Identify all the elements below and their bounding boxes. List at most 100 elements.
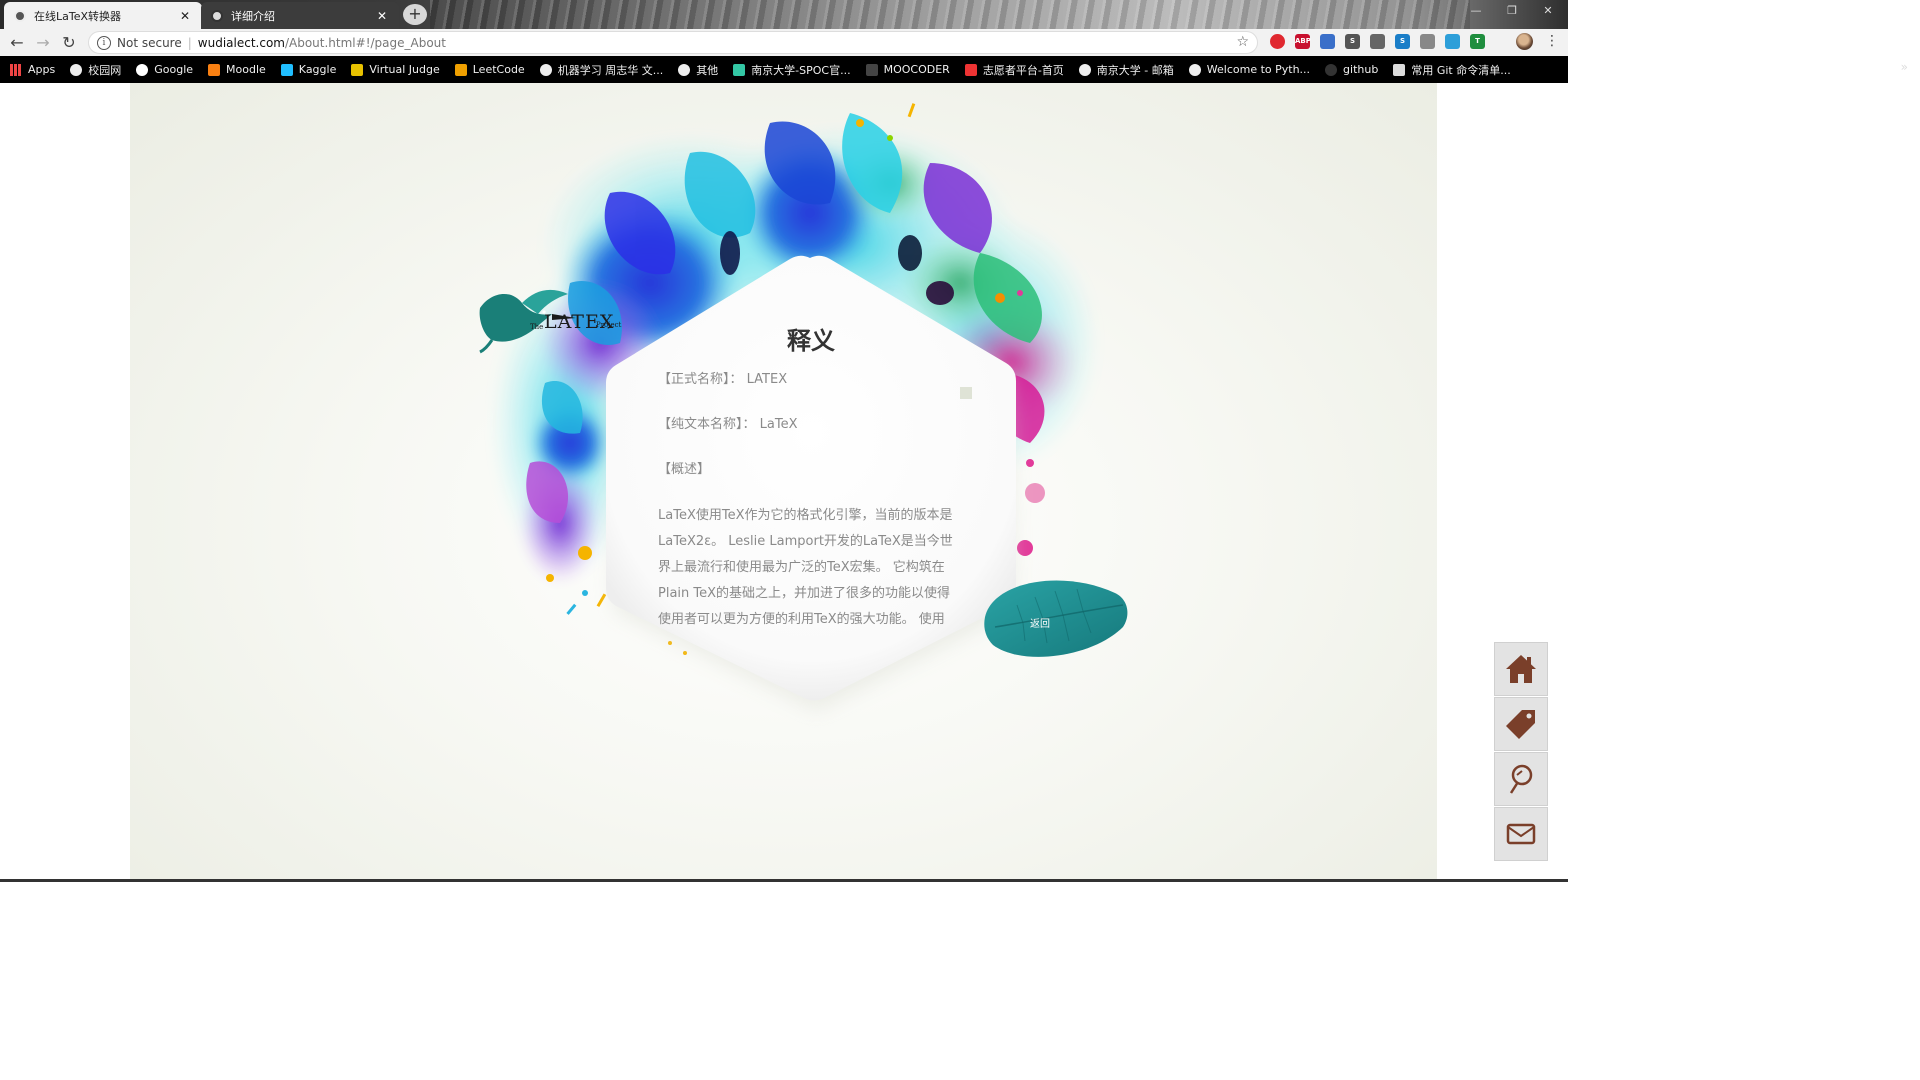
close-icon[interactable]: ✕ bbox=[178, 9, 192, 23]
doc-icon bbox=[1393, 63, 1406, 76]
overview-text: LaTeX使用TeX作为它的格式化引擎，当前的版本是LaTeX2ε。 Lesli… bbox=[658, 508, 953, 627]
tab-strip: 在线LaTeX转换器 ✕ 详细介绍 ✕ + — ❐ ✕ bbox=[0, 0, 1568, 29]
mail-icon bbox=[1506, 823, 1536, 845]
bookmark-item[interactable]: Apps bbox=[10, 63, 55, 76]
address-bar[interactable]: i Not secure | wudialect.com/About.html#… bbox=[88, 31, 1258, 54]
page-content: The LATEX Project 释义 【正式名称】： LATEX 【纯文本名… bbox=[0, 83, 1568, 882]
globe-icon bbox=[211, 9, 223, 22]
tag-icon bbox=[1506, 710, 1535, 739]
info-icon[interactable]: i bbox=[97, 35, 111, 50]
browser-toolbar: ← → ↻ i Not secure | wudialect.com/About… bbox=[0, 29, 1568, 56]
bookmark-label: 常用 Git 命令清单... bbox=[1411, 63, 1511, 77]
tab-title: 在线LaTeX转换器 bbox=[34, 9, 122, 23]
bookmark-label: 其他 bbox=[696, 63, 719, 77]
extension-gray-icon[interactable] bbox=[1420, 34, 1435, 49]
leetcode-icon bbox=[454, 63, 467, 76]
moodle-icon bbox=[208, 63, 221, 76]
overview-heading: 【概述】 bbox=[658, 462, 711, 477]
volunteer-icon bbox=[964, 63, 977, 76]
globe-icon bbox=[70, 63, 83, 76]
bookmark-item[interactable]: 志愿者平台-首页 bbox=[964, 62, 1064, 78]
taskbar-edge bbox=[0, 879, 1568, 882]
extension-s-blue-icon[interactable]: S bbox=[1395, 34, 1410, 49]
back-icon[interactable]: ← bbox=[4, 30, 30, 56]
card-title: 释义 bbox=[787, 327, 835, 355]
bookmark-label: MOOCODER bbox=[883, 63, 950, 76]
extension-cloud-icon[interactable] bbox=[1445, 34, 1460, 49]
back-button-label[interactable]: 返回 bbox=[1030, 615, 1054, 630]
main-stage: The LATEX Project 释义 【正式名称】： LATEX 【纯文本名… bbox=[130, 83, 1437, 882]
theme-background bbox=[430, 0, 1470, 29]
bookmark-item[interactable]: LeetCode bbox=[454, 63, 525, 76]
home-icon bbox=[1506, 655, 1536, 683]
bookmark-item[interactable]: 校园网 bbox=[70, 62, 121, 78]
card-body: 【正式名称】： LATEX 【纯文本名称】： LaTeX 【概述】 LaTeX使… bbox=[658, 368, 958, 633]
forward-icon[interactable]: → bbox=[30, 30, 56, 56]
bookmark-item[interactable]: 常用 Git 命令清单... bbox=[1393, 62, 1511, 78]
url-path: /About.html#!/page_About bbox=[284, 35, 446, 50]
bookmark-label: 校园网 bbox=[88, 63, 122, 77]
close-window-button[interactable]: ✕ bbox=[1530, 0, 1566, 22]
extension-blue-icon[interactable] bbox=[1320, 34, 1335, 49]
mail-button[interactable] bbox=[1494, 807, 1548, 861]
extension-s-icon[interactable]: S bbox=[1345, 34, 1360, 49]
bookmark-item[interactable]: 南京大学 - 邮箱 bbox=[1078, 62, 1174, 78]
bookmark-item[interactable]: 南京大学-SPOC官... bbox=[733, 62, 851, 78]
bookmark-item[interactable]: github bbox=[1325, 63, 1378, 76]
browser-menu-icon[interactable]: ⋮ bbox=[1545, 33, 1559, 49]
tab-latex-converter[interactable]: 在线LaTeX转换器 ✕ bbox=[4, 2, 202, 29]
moocoder-icon bbox=[865, 63, 878, 76]
extensions-area: ABP S S T bbox=[1270, 34, 1485, 49]
globe-icon bbox=[1188, 63, 1201, 76]
pin-button[interactable] bbox=[1494, 752, 1548, 806]
extension-cursor-icon[interactable] bbox=[1370, 34, 1385, 49]
extension-red-icon[interactable] bbox=[1270, 34, 1285, 49]
bookmark-label: 南京大学-SPOC官... bbox=[751, 63, 851, 77]
bookmark-label: github bbox=[1343, 63, 1379, 76]
restore-button[interactable]: ❐ bbox=[1494, 0, 1530, 22]
home-button[interactable] bbox=[1494, 642, 1548, 696]
bookmark-label: Apps bbox=[28, 63, 56, 76]
globe-icon bbox=[1078, 63, 1091, 76]
github-icon bbox=[1325, 63, 1338, 76]
url-host: wudialect.com bbox=[197, 35, 285, 50]
scroll-handle[interactable] bbox=[960, 387, 972, 399]
security-label: Not secure bbox=[117, 35, 182, 50]
bookmark-label: Welcome to Pyth... bbox=[1206, 63, 1311, 76]
bookmark-label: 机器学习 周志华 文... bbox=[557, 63, 664, 77]
globe-icon bbox=[14, 9, 26, 22]
extension-t-icon[interactable]: T bbox=[1470, 34, 1485, 49]
bookmark-label: 南京大学 - 邮箱 bbox=[1096, 63, 1174, 77]
tab-about[interactable]: 详细介绍 ✕ bbox=[201, 2, 399, 29]
reload-icon[interactable]: ↻ bbox=[56, 30, 82, 56]
bookmark-label: 志愿者平台-首页 bbox=[982, 63, 1064, 77]
bookmark-item[interactable]: Kaggle bbox=[280, 63, 336, 76]
google-icon bbox=[136, 63, 149, 76]
apps-grid-icon bbox=[10, 63, 22, 76]
bookmark-item[interactable]: Moodle bbox=[208, 63, 266, 76]
logo-the: The bbox=[530, 323, 544, 331]
close-icon[interactable]: ✕ bbox=[375, 9, 389, 23]
bookmark-star-icon[interactable]: ☆ bbox=[1236, 34, 1249, 50]
bookmark-item[interactable]: Virtual Judge bbox=[351, 63, 440, 76]
bookmarks-bar: Apps 校园网 Google Moodle Kaggle Virtual Judge Le… bbox=[0, 56, 1568, 83]
minimize-button[interactable]: — bbox=[1458, 0, 1494, 22]
more-bookmarks-icon[interactable]: » bbox=[1901, 60, 1908, 74]
bookmark-item[interactable]: 其他 bbox=[678, 62, 718, 78]
new-tab-button[interactable]: + bbox=[403, 4, 427, 25]
side-nav bbox=[1494, 642, 1548, 862]
tag-button[interactable] bbox=[1494, 697, 1548, 751]
bookmark-item[interactable]: Welcome to Pyth... bbox=[1188, 63, 1311, 76]
bookmark-item[interactable]: 机器学习 周志华 文... bbox=[539, 62, 664, 78]
bookmark-item[interactable]: Google bbox=[136, 63, 193, 76]
bookmark-label: LeetCode bbox=[472, 63, 525, 76]
profile-avatar[interactable] bbox=[1516, 33, 1533, 50]
bookmark-label: Virtual Judge bbox=[369, 63, 440, 76]
vjudge-icon bbox=[351, 63, 364, 76]
formal-name: 【正式名称】： LATEX bbox=[658, 372, 788, 387]
nju-icon bbox=[733, 63, 746, 76]
divider: | bbox=[187, 35, 192, 50]
globe-icon bbox=[678, 63, 691, 76]
adblock-icon[interactable]: ABP bbox=[1295, 34, 1311, 49]
bookmark-item[interactable]: MOOCODER bbox=[865, 63, 950, 76]
